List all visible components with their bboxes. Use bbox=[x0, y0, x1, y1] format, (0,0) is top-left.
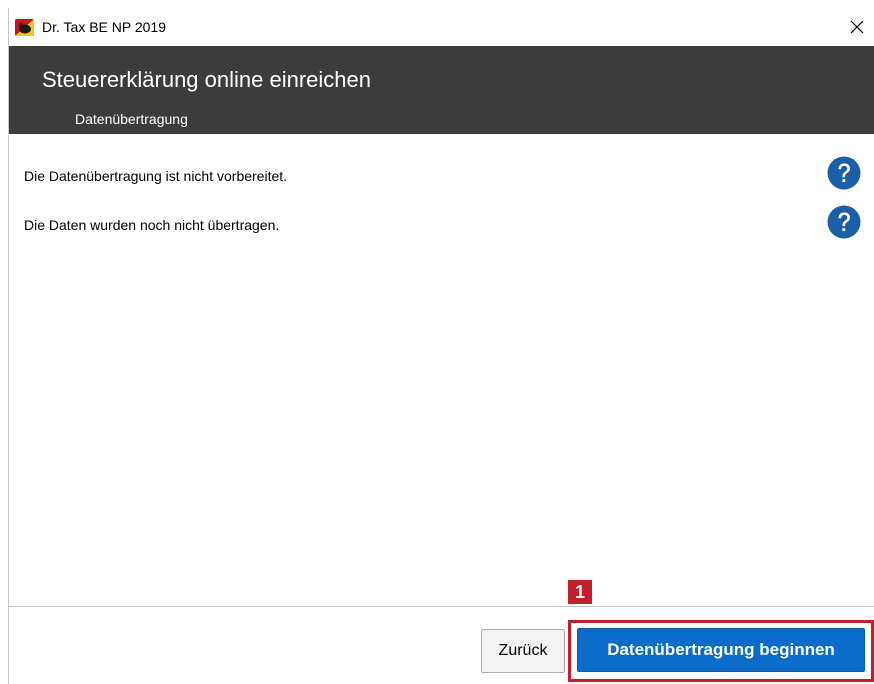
page-header: Steuererklärung online einreichen Datenü… bbox=[9, 46, 874, 134]
window-title: Dr. Tax BE NP 2019 bbox=[42, 19, 166, 35]
annotation-marker: 1 bbox=[568, 580, 592, 604]
start-transfer-button[interactable]: Datenübertragung beginnen bbox=[577, 628, 865, 672]
title-bar: Dr. Tax BE NP 2019 bbox=[9, 8, 874, 46]
page-title: Steuererklärung online einreichen bbox=[42, 67, 371, 92]
close-icon bbox=[850, 20, 864, 34]
dialog-window: Dr. Tax BE NP 2019 Steuererklärung onlin… bbox=[8, 8, 874, 684]
status-text-preparation: Die Datenübertragung ist nicht vorbereit… bbox=[24, 168, 288, 184]
page-subtitle: Datenübertragung bbox=[75, 111, 188, 127]
help-icon[interactable] bbox=[827, 205, 861, 239]
button-bar: Zurück 1 Datenübertragung beginnen bbox=[9, 580, 874, 684]
close-button[interactable] bbox=[839, 12, 874, 42]
app-bear-icon bbox=[15, 19, 34, 36]
back-button[interactable]: Zurück bbox=[481, 629, 565, 673]
content-area: Die Datenübertragung ist nicht vorbereit… bbox=[9, 134, 874, 606]
status-text-transfer: Die Daten wurden noch nicht übertragen. bbox=[24, 217, 280, 233]
help-icon[interactable] bbox=[827, 156, 861, 190]
